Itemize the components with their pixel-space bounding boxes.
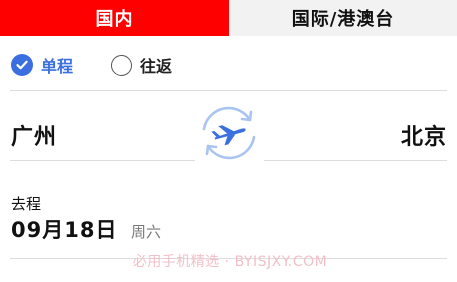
departure-date[interactable]: 09月18日 [11,214,117,244]
watermark: 必用手机精选 · BYISJXY.COM [132,254,328,270]
trip-type-selector: 单程 往返 [11,53,210,77]
tab-domestic[interactable]: 国内 [0,0,229,36]
departure-weekday: 周六 [131,223,162,241]
checked-radio-icon [11,54,33,76]
to-underline [264,160,447,161]
divider [10,90,447,91]
departure-date-label: 去程 [11,195,42,213]
round-trip-label: 往返 [140,57,173,76]
tab-international[interactable]: 国际/港澳台 [229,0,457,36]
round-trip-option[interactable]: 往返 [111,53,172,77]
departure-city[interactable]: 广州 [11,119,57,151]
unchecked-radio-icon [111,54,133,76]
swap-plane-icon [202,106,256,160]
one-way-label: 单程 [41,57,74,76]
one-way-option[interactable]: 单程 [11,53,73,77]
swap-cities-button[interactable] [195,104,263,162]
flight-search-panel: 国内 国际/港澳台 单程 往返 广州 北京 去程 09月18日 周六 必用手机精… [0,0,457,282]
from-underline [10,160,195,161]
region-tabs: 国内 国际/港澳台 [0,0,457,36]
arrival-city[interactable]: 北京 [401,119,447,151]
